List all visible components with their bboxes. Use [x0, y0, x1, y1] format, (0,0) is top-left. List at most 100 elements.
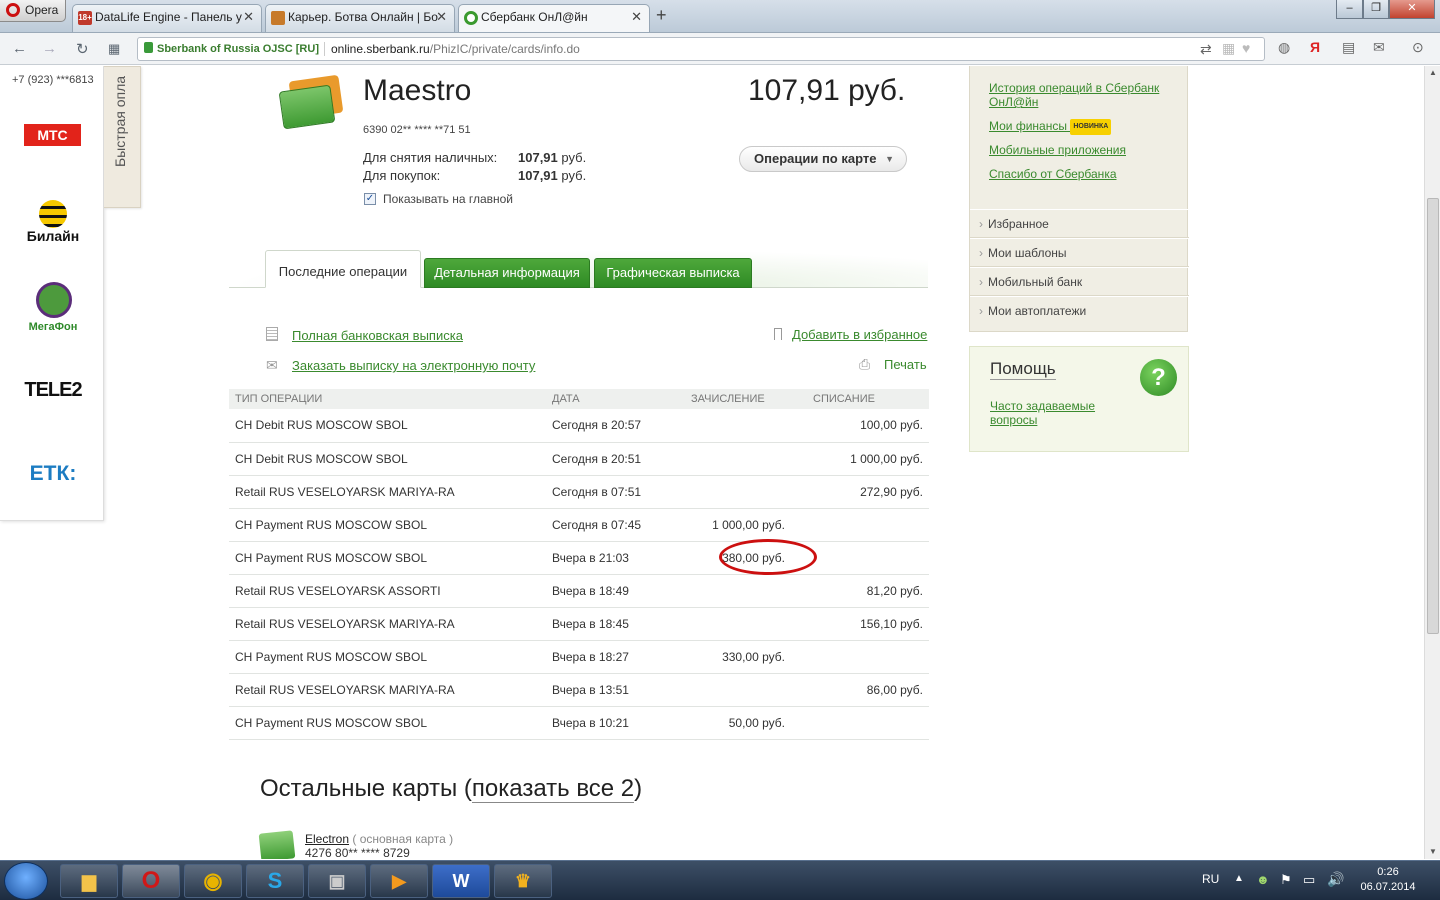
col-date-header[interactable]: ДАТА: [546, 389, 685, 409]
clock[interactable]: 0:26 06.07.2014: [1358, 865, 1418, 895]
operator-mts[interactable]: МТС: [24, 124, 81, 146]
op-date-cell: Сегодня в 07:51: [546, 475, 685, 509]
sidebar-item-favorites[interactable]: Избранное: [970, 209, 1189, 238]
add-favorite-link[interactable]: Добавить в избранное: [792, 327, 927, 342]
back-icon[interactable]: ←: [12, 40, 27, 57]
email-statement-link[interactable]: Заказать выписку на электронную почту: [292, 358, 535, 373]
print-link[interactable]: Печать: [884, 357, 927, 372]
sidebar-item-mobile-bank[interactable]: Мобильный банк: [970, 267, 1189, 296]
sidebar-panel: История операций в Сбербанк ОнЛ@йн Мои ф…: [969, 66, 1189, 332]
sidebar-item-templates[interactable]: Мои шаблоны: [970, 238, 1189, 267]
forward-icon[interactable]: →: [42, 40, 57, 57]
language-indicator[interactable]: RU: [1202, 872, 1219, 886]
network-tray-icon[interactable]: ▭: [1303, 872, 1315, 888]
maximize-button[interactable]: ❐: [1363, 0, 1389, 19]
sidebar-item-autopayments[interactable]: Мои автоплатежи: [970, 296, 1189, 325]
player-taskbar-icon[interactable]: ▶: [370, 864, 428, 898]
grid-icon[interactable]: ▦: [1222, 40, 1235, 57]
media-taskbar-icon[interactable]: ▣: [308, 864, 366, 898]
tab-detailed-info[interactable]: Детальная информация: [424, 258, 590, 288]
faq-link[interactable]: Часто задаваемые вопросы: [990, 399, 1110, 427]
card-name: Maestro: [363, 74, 472, 107]
table-row[interactable]: CH Payment RUS MOSCOW SBOL Сегодня в 07:4…: [229, 508, 929, 542]
tray-expand-icon[interactable]: ▲: [1234, 873, 1244, 884]
close-icon[interactable]: ✕: [436, 5, 447, 29]
security-badge[interactable]: Sberbank of Russia OJSC [RU]: [144, 42, 319, 55]
operator-tele2[interactable]: TELE2: [20, 379, 86, 402]
new-tab-button[interactable]: +: [656, 5, 667, 26]
sidebar-link-finances[interactable]: Мои финансы НОВИНКА: [989, 119, 1112, 135]
reload-icon[interactable]: ↻: [76, 40, 89, 58]
url-text[interactable]: online.sberbank.ru/PhizIC/private/cards/…: [324, 42, 580, 56]
close-window-button[interactable]: ✕: [1389, 0, 1435, 19]
operator-etk[interactable]: ЕТК:: [20, 462, 86, 486]
flag-tray-icon[interactable]: ⚑: [1280, 872, 1292, 888]
table-row[interactable]: CH Debit RUS MOSCOW SBOL Сегодня в 20:51 1…: [229, 442, 929, 476]
table-row[interactable]: Retail RUS VESELOYARSK MARIYA-RA Вчера в …: [229, 607, 929, 641]
translate-icon[interactable]: ⇄: [1200, 41, 1212, 58]
op-debit-cell: 81,20 руб.: [807, 574, 929, 608]
address-field[interactable]: Sberbank of Russia OJSC [RU] online.sber…: [137, 37, 1265, 61]
op-debit-cell: 156,10 руб.: [807, 607, 929, 641]
card-operations-dropdown[interactable]: Операции по карте ▼: [739, 146, 907, 172]
show-on-main-checkbox[interactable]: ✓: [364, 193, 376, 205]
crown-taskbar-icon[interactable]: ♛: [494, 864, 552, 898]
tab-datalife[interactable]: 18+ DataLife Engine - Панель у ✕: [72, 4, 262, 32]
minimize-button[interactable]: –: [1336, 0, 1363, 19]
skype-taskbar-icon[interactable]: S: [246, 864, 304, 898]
op-type-cell: CH Payment RUS MOSCOW SBOL: [229, 640, 546, 674]
table-row[interactable]: Retail RUS VESELOYARSK MARIYA-RA Сегодня …: [229, 475, 929, 509]
table-row[interactable]: CH Payment RUS MOSCOW SBOL Вчера в 18:27 3…: [229, 640, 929, 674]
sidebar-link-mobile-apps[interactable]: Мобильные приложения: [989, 143, 1126, 157]
col-type-header[interactable]: ТИП ОПЕРАЦИИ: [229, 389, 546, 409]
electron-card-link[interactable]: Electron: [305, 832, 349, 846]
start-button[interactable]: [4, 862, 48, 900]
tab-recent-operations[interactable]: Последние операции: [265, 250, 421, 288]
yandex-icon[interactable]: Я: [1310, 39, 1320, 55]
tab-sberbank[interactable]: Сбербанк ОнЛ@йн ✕: [458, 4, 650, 32]
tab-graphic-statement[interactable]: Графическая выписка: [594, 258, 752, 288]
tab-karier[interactable]: Карьер. Ботва Онлайн | Бо ✕: [265, 4, 455, 32]
chrome-taskbar-icon[interactable]: ◉: [184, 864, 242, 898]
scrollbar-thumb[interactable]: [1427, 198, 1439, 634]
explorer-taskbar-icon[interactable]: ▆: [60, 864, 118, 898]
op-credit-cell: [685, 475, 807, 509]
table-row[interactable]: CH Payment RUS MOSCOW SBOL Вчера в 21:03 3…: [229, 541, 929, 575]
show-all-cards-link[interactable]: показать все 2: [471, 775, 635, 803]
megafon-logo-icon: [36, 282, 72, 318]
operator-megafon[interactable]: МегаФон: [20, 321, 86, 333]
page-scrollbar[interactable]: ▲ ▼: [1424, 66, 1440, 859]
table-row[interactable]: Retail RUS VESELOYARSK MARIYA-RA Вчера в …: [229, 673, 929, 707]
col-debit-header[interactable]: СПИСАНИЕ: [807, 389, 929, 409]
op-debit-cell: [807, 706, 929, 740]
scroll-up-icon[interactable]: ▲: [1429, 68, 1437, 77]
table-row[interactable]: CH Payment RUS MOSCOW SBOL Вчера в 10:21 5…: [229, 706, 929, 740]
volume-tray-icon[interactable]: 🔊: [1327, 871, 1344, 888]
table-row[interactable]: Retail RUS VESELOYARSK ASSORTI Вчера в 18…: [229, 574, 929, 608]
full-statement-link[interactable]: Полная банковская выписка: [292, 328, 463, 343]
quick-pay-handle[interactable]: Быстрая опла: [104, 66, 141, 208]
table-row[interactable]: CH Debit RUS MOSCOW SBOL Сегодня в 20:57 1…: [229, 409, 929, 443]
sidebar-link-history[interactable]: История операций в Сбербанк ОнЛ@йн: [989, 81, 1179, 109]
user-tray-icon[interactable]: ☻: [1256, 872, 1270, 887]
operator-beeline[interactable]: Билайн: [20, 228, 86, 244]
col-credit-header[interactable]: ЗАЧИСЛЕНИЕ: [685, 389, 807, 409]
scroll-down-icon[interactable]: ▼: [1429, 847, 1437, 856]
heart-icon[interactable]: ♥: [1242, 40, 1250, 56]
download-icon[interactable]: ⊙: [1412, 39, 1424, 56]
opera-menu-button[interactable]: Opera: [0, 0, 66, 22]
globe-icon[interactable]: ◍: [1278, 39, 1290, 56]
mail-icon[interactable]: ✉: [1373, 39, 1385, 56]
extension-icon[interactable]: ▤: [1342, 39, 1355, 56]
word-taskbar-icon[interactable]: W: [432, 864, 490, 898]
op-date-cell: Вчера в 18:45: [546, 607, 685, 641]
opera-taskbar-icon[interactable]: O: [122, 864, 180, 898]
close-icon[interactable]: ✕: [243, 5, 254, 29]
op-debit-cell: 272,90 руб.: [807, 475, 929, 509]
envelope-icon: ✉: [266, 357, 278, 373]
speed-dial-icon[interactable]: ▦: [108, 41, 120, 57]
close-icon[interactable]: ✕: [631, 5, 642, 29]
help-question-icon[interactable]: ?: [1140, 359, 1177, 396]
op-debit-cell: 1 000,00 руб.: [807, 442, 929, 476]
sidebar-link-spasibo[interactable]: Спасибо от Сбербанка: [989, 167, 1117, 181]
